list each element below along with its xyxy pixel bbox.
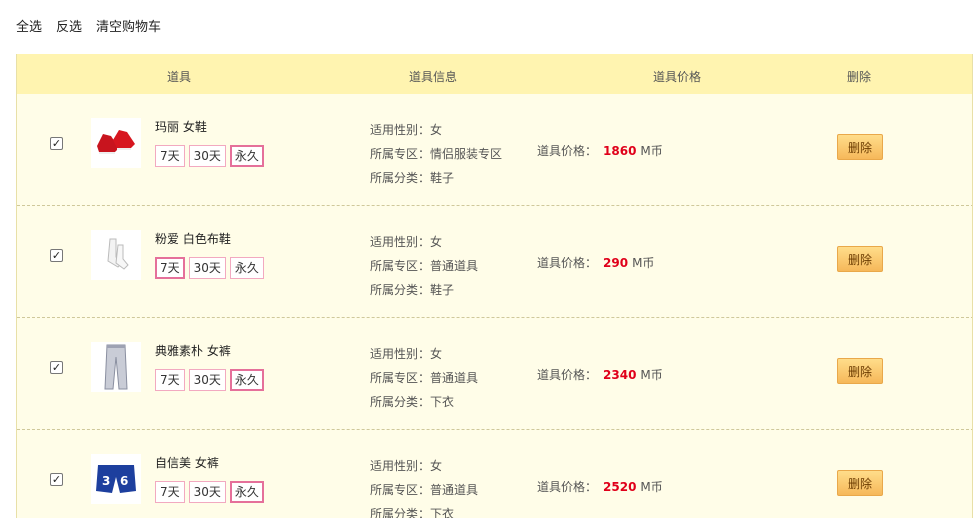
zone-line: 所属专区：普通道具 bbox=[370, 259, 479, 273]
red-sneakers-icon bbox=[91, 118, 141, 168]
white-socks-icon bbox=[91, 230, 141, 280]
item-info: 适用性别：女 所属专区：普通道具 所属分类：鞋子 bbox=[370, 230, 478, 302]
item-price: 道具价格： 1860 M币 bbox=[537, 142, 663, 159]
item-info: 适用性别：女 所属专区：普通道具 所属分类：下衣 bbox=[370, 342, 478, 414]
gender-line: 适用性别：女 bbox=[370, 347, 443, 361]
price-label: 道具价格： bbox=[537, 256, 598, 270]
cart-table-header: 道具 道具信息 道具价格 删除 bbox=[17, 54, 972, 94]
currency-label: M币 bbox=[640, 368, 663, 382]
blue-shorts-icon: 36 bbox=[91, 454, 141, 504]
item-price: 道具价格： 2340 M币 bbox=[537, 366, 663, 383]
item-checkbox[interactable]: ✓ bbox=[50, 361, 63, 374]
category-line: 所属分类：鞋子 bbox=[370, 171, 455, 185]
item-name: 粉爱 白色布鞋 bbox=[155, 232, 231, 246]
price-value: 290 bbox=[603, 256, 629, 270]
item-name: 典雅素朴 女裤 bbox=[155, 344, 231, 358]
header-info: 道具信息 bbox=[409, 70, 458, 84]
price-value: 2340 bbox=[603, 368, 637, 382]
duration-option[interactable]: 7天 bbox=[155, 481, 185, 503]
svg-text:3: 3 bbox=[102, 474, 110, 488]
item-price: 道具价格： 290 M币 bbox=[537, 254, 654, 271]
duration-option[interactable]: 7天 bbox=[155, 257, 185, 279]
item-checkbox[interactable]: ✓ bbox=[50, 249, 63, 262]
price-label: 道具价格： bbox=[537, 144, 598, 158]
duration-selector: 7天 30天 永久 bbox=[155, 481, 264, 503]
select-all-link[interactable]: 全选 bbox=[16, 16, 42, 35]
zone-line: 所属专区：情侣服装专区 bbox=[370, 147, 503, 161]
price-value: 1860 bbox=[603, 144, 637, 158]
duration-option[interactable]: 30天 bbox=[188, 145, 226, 167]
zone-line: 所属专区：普通道具 bbox=[370, 371, 479, 385]
duration-option[interactable]: 永久 bbox=[229, 481, 264, 503]
item-name: 自信美 女裤 bbox=[155, 456, 219, 470]
price-label: 道具价格： bbox=[537, 368, 598, 382]
cart-row: ✓ 粉爱 白色布鞋 7天 30天 永久 适用性别：女 所属专区：普通道具 所属分类：… bbox=[17, 206, 972, 318]
gender-line: 适用性别：女 bbox=[370, 235, 443, 249]
duration-option[interactable]: 永久 bbox=[229, 369, 264, 391]
duration-option[interactable]: 7天 bbox=[155, 145, 185, 167]
duration-option[interactable]: 永久 bbox=[229, 145, 264, 167]
clear-cart-link[interactable]: 清空购物车 bbox=[96, 16, 161, 35]
duration-option[interactable]: 永久 bbox=[229, 257, 264, 279]
gender-line: 适用性别：女 bbox=[370, 123, 443, 137]
category-line: 所属分类：鞋子 bbox=[370, 283, 455, 297]
header-item: 道具 bbox=[167, 70, 192, 84]
gender-line: 适用性别：女 bbox=[370, 459, 443, 473]
item-info: 适用性别：女 所属专区：普通道具 所属分类：下衣 bbox=[370, 454, 478, 518]
duration-option[interactable]: 30天 bbox=[188, 257, 226, 279]
cart-toolbar: 全选 反选 清空购物车 bbox=[16, 16, 161, 35]
currency-label: M币 bbox=[632, 256, 655, 270]
cart-row: ✓ 玛丽 女鞋 7天 30天 永久 适用性别：女 所属专区：情侣服装专区 所属分类：… bbox=[17, 94, 972, 206]
price-label: 道具价格： bbox=[537, 480, 598, 494]
duration-option[interactable]: 30天 bbox=[188, 369, 226, 391]
delete-button[interactable]: 删除 bbox=[837, 470, 883, 496]
header-delete: 删除 bbox=[847, 70, 872, 84]
duration-option[interactable]: 7天 bbox=[155, 369, 185, 391]
item-checkbox[interactable]: ✓ bbox=[50, 473, 63, 486]
cart-row: ✓ 典雅素朴 女裤 7天 30天 永久 适用性别：女 所属专区：普通道具 所属分类：… bbox=[17, 318, 972, 430]
price-value: 2520 bbox=[603, 480, 637, 494]
delete-button[interactable]: 删除 bbox=[837, 134, 883, 160]
currency-label: M币 bbox=[640, 144, 663, 158]
duration-option[interactable]: 30天 bbox=[188, 481, 226, 503]
duration-selector: 7天 30天 永久 bbox=[155, 145, 264, 167]
header-price: 道具价格 bbox=[653, 70, 702, 84]
invert-selection-link[interactable]: 反选 bbox=[56, 16, 82, 35]
category-line: 所属分类：下衣 bbox=[370, 507, 455, 518]
duration-selector: 7天 30天 永久 bbox=[155, 257, 264, 279]
zone-line: 所属专区：普通道具 bbox=[370, 483, 479, 497]
category-line: 所属分类：下衣 bbox=[370, 395, 455, 409]
item-checkbox[interactable]: ✓ bbox=[50, 137, 63, 150]
delete-button[interactable]: 删除 bbox=[837, 246, 883, 272]
delete-button[interactable]: 删除 bbox=[837, 358, 883, 384]
silver-pants-icon bbox=[91, 342, 141, 392]
duration-selector: 7天 30天 永久 bbox=[155, 369, 264, 391]
item-price: 道具价格： 2520 M币 bbox=[537, 478, 663, 495]
item-name: 玛丽 女鞋 bbox=[155, 120, 207, 134]
item-info: 适用性别：女 所属专区：情侣服装专区 所属分类：鞋子 bbox=[370, 118, 502, 190]
cart-row: ✓ 36 自信美 女裤 7天 30天 永久 适用性别：女 所属专区：普通道具 所属分… bbox=[17, 430, 972, 518]
cart-table: 道具 道具信息 道具价格 删除 ✓ 玛丽 女鞋 7天 30天 永久 适用性别：女 所… bbox=[16, 54, 973, 518]
currency-label: M币 bbox=[640, 480, 663, 494]
svg-text:6: 6 bbox=[120, 474, 128, 488]
